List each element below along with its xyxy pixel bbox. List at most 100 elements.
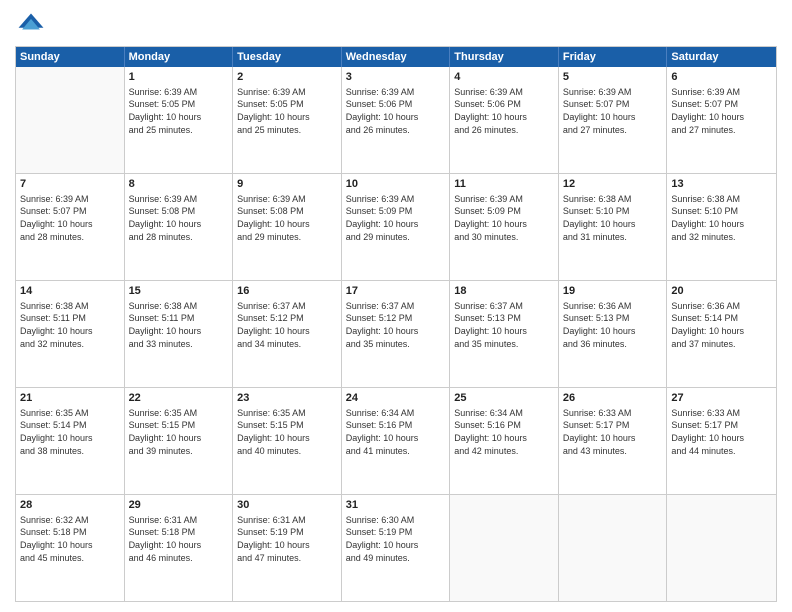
cell-text: Daylight: 10 hours: [563, 325, 663, 338]
day-number: 10: [346, 177, 446, 192]
cell-text: Sunset: 5:17 PM: [563, 419, 663, 432]
cell-text: Sunset: 5:17 PM: [671, 419, 772, 432]
cell-text: and 28 minutes.: [20, 231, 120, 244]
cell-text: and 25 minutes.: [129, 124, 229, 137]
cell-text: and 38 minutes.: [20, 445, 120, 458]
cell-text: Sunrise: 6:37 AM: [454, 300, 554, 313]
day-number: 24: [346, 391, 446, 406]
cell-text: Daylight: 10 hours: [237, 111, 337, 124]
cell-text: and 40 minutes.: [237, 445, 337, 458]
day-number: 8: [129, 177, 229, 192]
cell-text: Sunrise: 6:39 AM: [671, 86, 772, 99]
calendar-cell: 13Sunrise: 6:38 AMSunset: 5:10 PMDayligh…: [667, 174, 776, 280]
cell-text: Daylight: 10 hours: [20, 539, 120, 552]
calendar-cell: 11Sunrise: 6:39 AMSunset: 5:09 PMDayligh…: [450, 174, 559, 280]
cell-text: Sunrise: 6:33 AM: [563, 407, 663, 420]
cell-text: Sunset: 5:13 PM: [454, 312, 554, 325]
day-number: 23: [237, 391, 337, 406]
cell-text: Sunset: 5:19 PM: [237, 526, 337, 539]
cell-text: and 35 minutes.: [346, 338, 446, 351]
cell-text: Daylight: 10 hours: [454, 218, 554, 231]
cell-text: Sunset: 5:16 PM: [346, 419, 446, 432]
cell-text: Daylight: 10 hours: [671, 432, 772, 445]
cell-text: Sunrise: 6:38 AM: [563, 193, 663, 206]
cell-text: Daylight: 10 hours: [346, 325, 446, 338]
day-number: 4: [454, 70, 554, 85]
calendar-cell: 29Sunrise: 6:31 AMSunset: 5:18 PMDayligh…: [125, 495, 234, 601]
cell-text: Sunrise: 6:36 AM: [671, 300, 772, 313]
cell-text: Daylight: 10 hours: [563, 432, 663, 445]
cell-text: Daylight: 10 hours: [237, 325, 337, 338]
day-number: 21: [20, 391, 120, 406]
cal-header-cell-friday: Friday: [559, 47, 668, 67]
cell-text: Sunset: 5:05 PM: [237, 98, 337, 111]
cell-text: Sunrise: 6:31 AM: [237, 514, 337, 527]
day-number: 20: [671, 284, 772, 299]
calendar-cell: 24Sunrise: 6:34 AMSunset: 5:16 PMDayligh…: [342, 388, 451, 494]
calendar-cell: 31Sunrise: 6:30 AMSunset: 5:19 PMDayligh…: [342, 495, 451, 601]
calendar-cell: 28Sunrise: 6:32 AMSunset: 5:18 PMDayligh…: [16, 495, 125, 601]
cell-text: Sunrise: 6:39 AM: [454, 86, 554, 99]
cell-text: Daylight: 10 hours: [346, 432, 446, 445]
cell-text: and 44 minutes.: [671, 445, 772, 458]
calendar-body: 1Sunrise: 6:39 AMSunset: 5:05 PMDaylight…: [16, 67, 776, 601]
day-number: 14: [20, 284, 120, 299]
cell-text: Daylight: 10 hours: [237, 539, 337, 552]
day-number: 17: [346, 284, 446, 299]
cell-text: Sunrise: 6:38 AM: [129, 300, 229, 313]
cell-text: Daylight: 10 hours: [129, 432, 229, 445]
cell-text: Daylight: 10 hours: [346, 218, 446, 231]
cell-text: and 31 minutes.: [563, 231, 663, 244]
day-number: 13: [671, 177, 772, 192]
calendar-cell: 8Sunrise: 6:39 AMSunset: 5:08 PMDaylight…: [125, 174, 234, 280]
cell-text: and 30 minutes.: [454, 231, 554, 244]
calendar-cell: 9Sunrise: 6:39 AMSunset: 5:08 PMDaylight…: [233, 174, 342, 280]
cell-text: and 41 minutes.: [346, 445, 446, 458]
calendar-cell: 16Sunrise: 6:37 AMSunset: 5:12 PMDayligh…: [233, 281, 342, 387]
cell-text: Daylight: 10 hours: [237, 218, 337, 231]
cell-text: Sunrise: 6:39 AM: [454, 193, 554, 206]
cell-text: Sunrise: 6:31 AM: [129, 514, 229, 527]
calendar-cell: 10Sunrise: 6:39 AMSunset: 5:09 PMDayligh…: [342, 174, 451, 280]
cell-text: Daylight: 10 hours: [346, 111, 446, 124]
cell-text: Sunrise: 6:32 AM: [20, 514, 120, 527]
calendar-cell: 23Sunrise: 6:35 AMSunset: 5:15 PMDayligh…: [233, 388, 342, 494]
day-number: 18: [454, 284, 554, 299]
cal-header-cell-monday: Monday: [125, 47, 234, 67]
cell-text: and 27 minutes.: [563, 124, 663, 137]
cal-header-cell-saturday: Saturday: [667, 47, 776, 67]
day-number: 3: [346, 70, 446, 85]
calendar-cell: [559, 495, 668, 601]
cell-text: Sunrise: 6:37 AM: [346, 300, 446, 313]
calendar-cell: 1Sunrise: 6:39 AMSunset: 5:05 PMDaylight…: [125, 67, 234, 173]
cell-text: Daylight: 10 hours: [129, 539, 229, 552]
day-number: 31: [346, 498, 446, 513]
cell-text: Daylight: 10 hours: [671, 111, 772, 124]
cell-text: Daylight: 10 hours: [454, 325, 554, 338]
calendar-cell: [450, 495, 559, 601]
cal-header-cell-sunday: Sunday: [16, 47, 125, 67]
cell-text: Sunset: 5:09 PM: [454, 205, 554, 218]
cell-text: Sunset: 5:11 PM: [20, 312, 120, 325]
cell-text: Daylight: 10 hours: [671, 325, 772, 338]
calendar-cell: 12Sunrise: 6:38 AMSunset: 5:10 PMDayligh…: [559, 174, 668, 280]
cell-text: and 36 minutes.: [563, 338, 663, 351]
cell-text: and 27 minutes.: [671, 124, 772, 137]
calendar-cell: 21Sunrise: 6:35 AMSunset: 5:14 PMDayligh…: [16, 388, 125, 494]
logo-icon: [15, 10, 47, 42]
cell-text: Sunset: 5:12 PM: [346, 312, 446, 325]
cal-header-cell-wednesday: Wednesday: [342, 47, 451, 67]
calendar-row-3: 21Sunrise: 6:35 AMSunset: 5:14 PMDayligh…: [16, 388, 776, 495]
day-number: 26: [563, 391, 663, 406]
cell-text: Daylight: 10 hours: [454, 432, 554, 445]
cell-text: Sunrise: 6:39 AM: [20, 193, 120, 206]
calendar-cell: 25Sunrise: 6:34 AMSunset: 5:16 PMDayligh…: [450, 388, 559, 494]
cell-text: Sunset: 5:18 PM: [20, 526, 120, 539]
day-number: 12: [563, 177, 663, 192]
calendar-row-4: 28Sunrise: 6:32 AMSunset: 5:18 PMDayligh…: [16, 495, 776, 601]
logo: [15, 10, 51, 42]
day-number: 15: [129, 284, 229, 299]
calendar-cell: 18Sunrise: 6:37 AMSunset: 5:13 PMDayligh…: [450, 281, 559, 387]
cell-text: Daylight: 10 hours: [454, 111, 554, 124]
cell-text: Sunset: 5:10 PM: [563, 205, 663, 218]
